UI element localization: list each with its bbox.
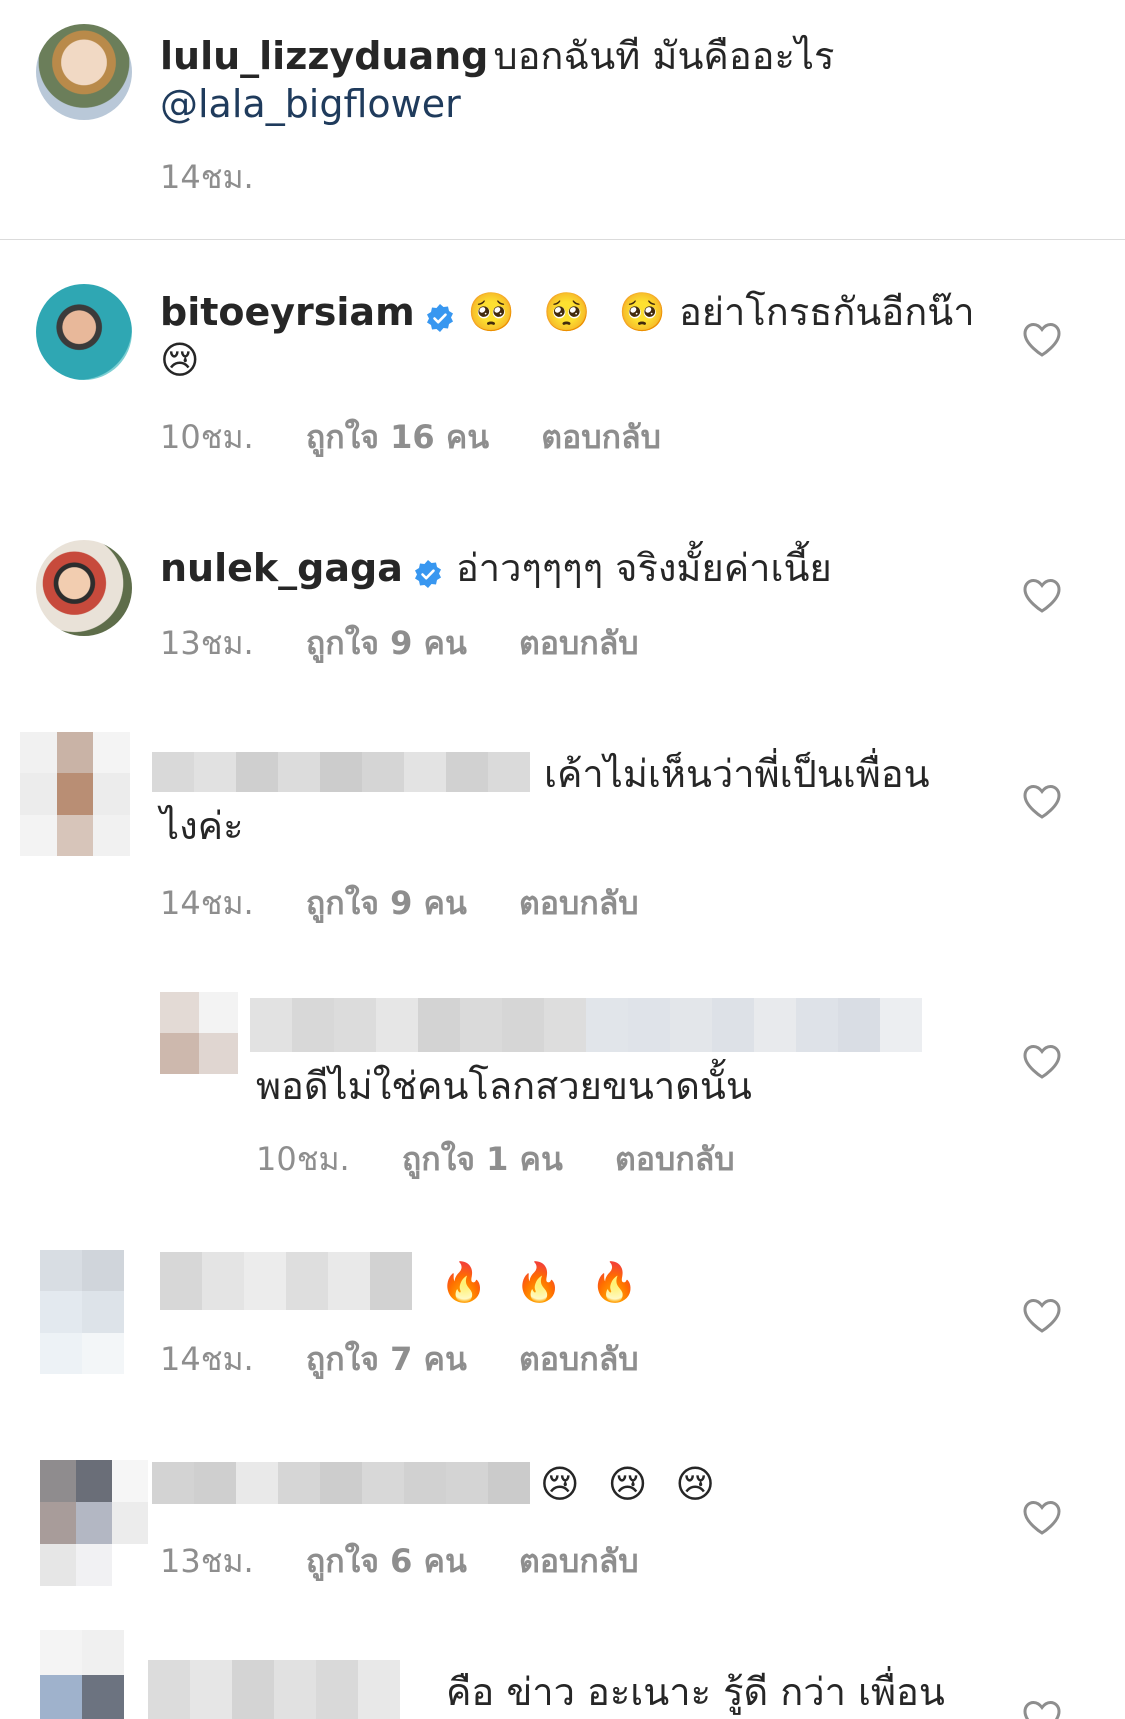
timestamp: 10ชม. bbox=[160, 418, 254, 456]
comment-text: คือ ข่าว อะเนาะ รู้ดี กว่า เพื่อน bbox=[446, 1670, 945, 1714]
likes-count[interactable]: ถูกใจ 9 คน bbox=[306, 884, 467, 922]
comment-text: เค้าไม่เห็นว่าพี่เป็นเพื่อน bbox=[544, 752, 930, 796]
heart-icon[interactable] bbox=[1022, 784, 1062, 820]
verified-badge-icon bbox=[414, 559, 441, 588]
avatar[interactable] bbox=[36, 284, 132, 380]
comment-emoji: 🥺 🥺 🥺 bbox=[467, 290, 674, 334]
comment-meta: 14ชม. ถูกใจ 9 คน ตอบกลับ bbox=[160, 878, 681, 929]
avatar-blurred[interactable] bbox=[160, 992, 238, 1074]
likes-count[interactable]: ถูกใจ 6 คน bbox=[306, 1542, 467, 1580]
username-redacted bbox=[152, 1462, 530, 1504]
avatar[interactable] bbox=[36, 540, 132, 636]
comment-line: 😢 bbox=[160, 336, 208, 392]
reply-button[interactable]: ตอบกลับ bbox=[519, 624, 639, 662]
timestamp: 13ชม. bbox=[160, 624, 254, 662]
avatar[interactable] bbox=[36, 24, 132, 120]
comment-line: 🔥 🔥 🔥 bbox=[440, 1258, 646, 1314]
avatar-blurred[interactable] bbox=[40, 1460, 148, 1586]
avatar-blurred[interactable] bbox=[40, 1630, 124, 1719]
timestamp: 14ชม. bbox=[160, 884, 254, 922]
comment-text: อย่าโกรธกันอีกน๊า bbox=[678, 290, 975, 334]
comment-meta: 10ชม. ถูกใจ 1 คน ตอบกลับ bbox=[256, 1134, 777, 1185]
comment-line: คือ ข่าว อะเนาะ รู้ดี กว่า เพื่อน bbox=[446, 1668, 945, 1719]
likes-count[interactable]: ถูกใจ 7 คน bbox=[306, 1340, 467, 1378]
comment-text: พอดีไม่ใช่คนโลกสวยขนาดนั้น bbox=[256, 1064, 752, 1108]
caption-username[interactable]: lulu_lizzyduang bbox=[160, 34, 488, 78]
heart-icon[interactable] bbox=[1022, 322, 1062, 358]
comment-line: เค้าไม่เห็นว่าพี่เป็นเพื่อน bbox=[544, 750, 930, 806]
heart-icon[interactable] bbox=[1022, 1700, 1062, 1719]
username-redacted bbox=[152, 752, 530, 792]
heart-icon[interactable] bbox=[1022, 1298, 1062, 1334]
comment-meta: 10ชม. ถูกใจ 16 คน ตอบกลับ bbox=[160, 412, 703, 463]
comment-line: 😢 😢 😢 bbox=[540, 1460, 723, 1516]
comment-text: อ่าวๆๆๆๆ จริงมั้ยค่าเนี้ย bbox=[455, 546, 832, 590]
reply-button[interactable]: ตอบกลับ bbox=[541, 418, 661, 456]
timestamp: 14ชม. bbox=[160, 158, 254, 196]
comment-emoji: 😢 bbox=[160, 338, 208, 382]
heart-icon[interactable] bbox=[1022, 1500, 1062, 1536]
likes-count[interactable]: ถูกใจ 1 คน bbox=[402, 1140, 563, 1178]
post-caption: lulu_lizzyduang บอกฉันที มันคืออะไร @lal… bbox=[0, 0, 1125, 240]
likes-count[interactable]: ถูกใจ 16 คน bbox=[306, 418, 489, 456]
avatar-blurred[interactable] bbox=[20, 732, 130, 856]
comment-username[interactable]: bitoeyrsiam bbox=[160, 290, 415, 334]
reply-button[interactable]: ตอบกลับ bbox=[615, 1140, 735, 1178]
comment-line: bitoeyrsiam 🥺 🥺 🥺 อย่าโกรธกันอีกน๊า bbox=[160, 288, 975, 344]
timestamp: 13ชม. bbox=[160, 1542, 254, 1580]
comment-line: ไงค่ะ bbox=[160, 802, 244, 858]
mention-link[interactable]: @lala_bigflower bbox=[160, 82, 461, 126]
username-redacted bbox=[250, 998, 942, 1052]
username-redacted bbox=[148, 1660, 438, 1719]
verified-badge-icon bbox=[426, 303, 453, 332]
timestamp: 14ชม. bbox=[160, 1340, 254, 1378]
caption-mention-line: @lala_bigflower bbox=[160, 80, 461, 136]
caption-meta: 14ชม. bbox=[160, 152, 296, 203]
reply-button[interactable]: ตอบกลับ bbox=[519, 1340, 639, 1378]
comment-meta: 13ชม. ถูกใจ 6 คน ตอบกลับ bbox=[160, 1536, 681, 1587]
timestamp: 10ชม. bbox=[256, 1140, 350, 1178]
comment-emoji: 😢 😢 😢 bbox=[540, 1462, 724, 1506]
reply-button[interactable]: ตอบกลับ bbox=[519, 884, 639, 922]
comment-meta: 14ชม. ถูกใจ 7 คน ตอบกลับ bbox=[160, 1334, 681, 1385]
comment-emoji: 🔥 🔥 🔥 bbox=[440, 1260, 647, 1304]
comment-username[interactable]: nulek_gaga bbox=[160, 546, 403, 590]
comment-meta: 13ชม. ถูกใจ 9 คน ตอบกลับ bbox=[160, 618, 681, 669]
comment-line: nulek_gaga อ่าวๆๆๆๆ จริงมั้ยค่าเนี้ย bbox=[160, 544, 832, 600]
reply-button[interactable]: ตอบกลับ bbox=[519, 1542, 639, 1580]
likes-count[interactable]: ถูกใจ 9 คน bbox=[306, 624, 467, 662]
comment-text: ไงค่ะ bbox=[160, 804, 244, 848]
caption-text: บอกฉันที มันคืออะไร bbox=[493, 34, 835, 78]
heart-icon[interactable] bbox=[1022, 1044, 1062, 1080]
heart-icon[interactable] bbox=[1022, 578, 1062, 614]
comment-line: พอดีไม่ใช่คนโลกสวยขนาดนั้น bbox=[256, 1062, 752, 1118]
avatar-blurred[interactable] bbox=[40, 1250, 124, 1374]
username-redacted bbox=[160, 1252, 420, 1310]
